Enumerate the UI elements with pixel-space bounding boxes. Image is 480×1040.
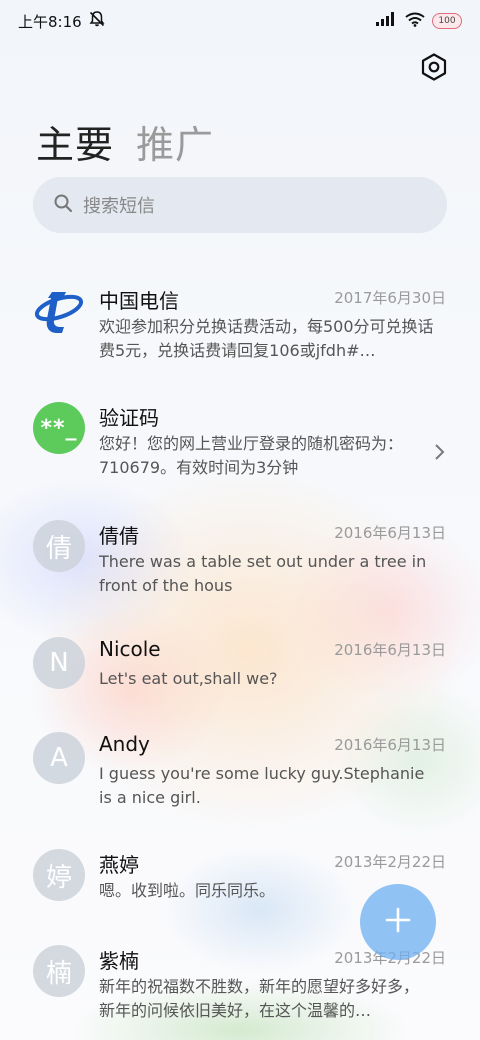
- battery-icon: 100: [432, 13, 462, 29]
- sender-name: 倩倩: [99, 524, 139, 548]
- message-item[interactable]: **_ 验证码 您好！您的网上营业厅登录的随机密码为：710679。有效时间为3…: [0, 402, 480, 512]
- message-date: 2016年6月13日: [334, 736, 446, 754]
- settings-button[interactable]: [418, 53, 450, 85]
- category-tabs: 主要 推广: [36, 114, 214, 169]
- message-preview: Let's eat out,shall we?: [99, 669, 278, 688]
- wifi-icon: [405, 12, 425, 31]
- message-item[interactable]: 中国电信 2017年6月30日 欢迎参加积分兑换话费活动，每500分可兑换话费5…: [0, 285, 480, 395]
- message-date: 2016年6月13日: [334, 524, 446, 542]
- message-date: 2017年6月30日: [334, 289, 446, 307]
- status-time: 上午8:16: [18, 12, 82, 31]
- message-date: 2016年6月13日: [334, 641, 446, 659]
- message-item[interactable]: 楠 紫楠 2013年2月22日 新年的祝福数不胜数，新年的愿望好多好多，新年的问…: [0, 945, 480, 1040]
- chevron-right-icon[interactable]: [434, 442, 446, 462]
- sender-name: 中国电信: [99, 289, 179, 313]
- avatar: A: [33, 732, 85, 784]
- message-item[interactable]: N Nicole 2016年6月13日 Let's eat out,shall …: [0, 637, 480, 747]
- sender-name: 燕婷: [99, 853, 139, 877]
- new-message-button[interactable]: [360, 884, 436, 960]
- status-right: 100: [376, 12, 462, 31]
- avatar: 楠: [33, 945, 85, 997]
- message-preview: I guess you're some lucky guy.Stephanie …: [99, 764, 425, 807]
- avatar: **_: [33, 402, 85, 454]
- avatar: 婷: [33, 849, 85, 901]
- sender-name: Nicole: [99, 637, 161, 661]
- message-item[interactable]: A Andy 2016年6月13日 I guess you're some lu…: [0, 732, 480, 842]
- message-date: 2013年2月22日: [334, 853, 446, 871]
- signal-icon: [376, 12, 398, 30]
- search-icon: [53, 193, 73, 217]
- message-preview: 您好！您的网上营业厅登录的随机密码为：710679。有效时间为3分钟: [99, 434, 404, 477]
- tab-primary[interactable]: 主要: [36, 114, 114, 169]
- message-preview: 新年的祝福数不胜数，新年的愿望好多好多，新年的问候依旧美好，在这个温馨的…: [99, 977, 420, 1020]
- avatar: N: [33, 637, 85, 689]
- avatar: 倩: [33, 520, 85, 572]
- message-preview: 欢迎参加积分兑换话费活动，每500分可兑换话费5元，兑换话费请回复106或jfd…: [99, 317, 434, 360]
- settings-hex-icon: [421, 53, 447, 85]
- status-left: 上午8:16: [18, 10, 106, 32]
- china-telecom-logo: [33, 285, 85, 337]
- plus-icon: [384, 906, 412, 938]
- message-preview: There was a table set out under a tree i…: [99, 552, 427, 595]
- sender-name: 紫楠: [99, 949, 139, 973]
- tab-promotions[interactable]: 推广: [136, 114, 214, 169]
- search-placeholder: 搜索短信: [83, 196, 155, 217]
- search-input[interactable]: 搜索短信: [33, 177, 447, 233]
- message-item[interactable]: 倩 倩倩 2016年6月13日 There was a table set ou…: [0, 520, 480, 630]
- status-bar: 上午8:16 100: [0, 0, 480, 42]
- sender-name: Andy: [99, 732, 150, 756]
- battery-level: 100: [438, 16, 456, 26]
- sender-name: 验证码: [99, 406, 159, 430]
- muted-bell-icon: [88, 10, 106, 32]
